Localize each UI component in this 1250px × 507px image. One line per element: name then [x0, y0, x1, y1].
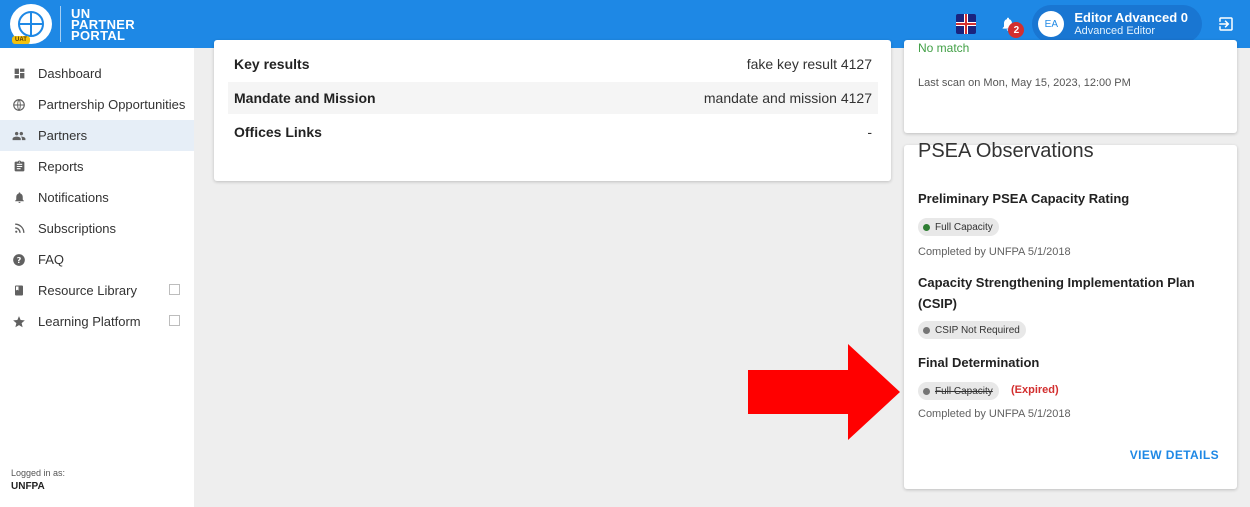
psea-title: PSEA Observations — [918, 140, 1094, 162]
sidebar-item-partnership-opportunities[interactable]: Partnership Opportunities — [0, 89, 194, 120]
user-name: Editor Advanced 0 — [1074, 9, 1188, 25]
sidebar-item-label: Resource Library — [38, 283, 137, 298]
csip-title-line2: (CSIP) — [918, 296, 957, 311]
detail-row: Mandate and Mission mandate and mission … — [228, 82, 878, 114]
detail-value: fake key result 4127 — [746, 56, 872, 72]
detail-value: - — [867, 124, 872, 140]
globe-icon — [12, 98, 26, 112]
sidebar-item-label: Reports — [38, 159, 84, 174]
partner-details-card: Key results fake key result 4127 Mandate… — [214, 40, 891, 181]
detail-row: Key results fake key result 4127 — [228, 48, 878, 80]
chip-label: Full Capacity — [935, 385, 993, 397]
logged-in-org: UNFPA — [11, 481, 45, 492]
chip-label: CSIP Not Required — [935, 324, 1020, 336]
sidebar-item-notifications[interactable]: Notifications — [0, 182, 194, 213]
sidebar-item-reports[interactable]: Reports — [0, 151, 194, 182]
sidebar-item-label: Subscriptions — [38, 221, 117, 236]
external-link-icon — [169, 315, 180, 326]
sidebar-item-label: Partnership Opportunities — [38, 97, 186, 112]
rss-icon — [12, 222, 26, 236]
sidebar-item-label: FAQ — [38, 252, 65, 267]
user-menu[interactable]: EA Editor Advanced 0 Advanced Editor — [1032, 5, 1202, 43]
preliminary-rating-chip: Full Capacity — [918, 218, 999, 236]
status-dot-icon — [923, 387, 930, 395]
un-partner-portal-logo[interactable]: UAT UN PARTNER PORTAL — [10, 4, 135, 44]
notifications-button[interactable]: 2 — [996, 12, 1025, 38]
sidebar-item-label: Dashboard — [38, 66, 102, 81]
people-icon — [12, 129, 26, 143]
status-dot-icon — [923, 223, 930, 231]
uk-flag-language-icon[interactable] — [956, 14, 977, 34]
scan-status: No match — [918, 41, 970, 55]
final-determination-title: Final Determination — [918, 355, 1040, 370]
status-dot-icon — [923, 326, 930, 334]
preliminary-rating-title: Preliminary PSEA Capacity Rating — [918, 191, 1130, 206]
book-icon — [12, 284, 26, 298]
logout-icon — [1219, 17, 1233, 31]
sidebar-item-partners[interactable]: Partners — [0, 120, 194, 151]
final-determination-chip: Full Capacity — [918, 382, 999, 400]
sidebar-item-label: Partners — [38, 128, 88, 143]
user-role: Advanced Editor — [1074, 24, 1156, 37]
logged-in-label: Logged in as: — [11, 468, 66, 478]
logged-in-info: Logged in as: UNFPA — [11, 467, 65, 493]
avatar: EA — [1038, 11, 1065, 37]
notification-count-badge: 2 — [1008, 22, 1025, 38]
bell-icon — [12, 191, 26, 205]
chip-label: Full Capacity — [935, 221, 993, 233]
sidebar-item-label: Notifications — [38, 190, 109, 205]
help-icon: ? — [12, 253, 26, 267]
detail-key: Offices Links — [234, 124, 322, 140]
csip-title-line1: Capacity Strengthening Implementation Pl… — [918, 275, 1195, 290]
logo-text: UN PARTNER PORTAL — [71, 7, 135, 42]
sidebar-item-label: Learning Platform — [38, 314, 141, 329]
detail-row: Offices Links - — [228, 116, 878, 148]
detail-key: Key results — [234, 56, 310, 72]
dashboard-icon — [12, 67, 26, 81]
un-emblem-icon: UAT — [10, 4, 52, 44]
sidebar-item-subscriptions[interactable]: Subscriptions — [0, 213, 194, 244]
final-completed-text: Completed by UNFPA 5/1/2018 — [918, 408, 1071, 420]
view-details-button[interactable]: VIEW DETAILS — [1130, 448, 1219, 462]
detail-key: Mandate and Mission — [234, 90, 376, 106]
logout-button[interactable] — [1216, 14, 1236, 34]
sidebar-item-learning-platform[interactable]: Learning Platform — [0, 306, 194, 337]
star-icon — [12, 315, 26, 329]
csip-chip: CSIP Not Required — [918, 321, 1026, 339]
detail-value: mandate and mission 4127 — [703, 90, 872, 106]
sidebar-item-dashboard[interactable]: Dashboard — [0, 58, 194, 89]
red-arrow-annotation — [748, 344, 900, 440]
external-link-icon — [169, 284, 180, 295]
logo-divider — [60, 6, 61, 42]
sidebar-item-faq[interactable]: ? FAQ — [0, 244, 194, 275]
clipboard-icon — [12, 160, 26, 174]
expired-label: (Expired) — [1011, 384, 1059, 396]
sidebar: Dashboard Partnership Opportunities Part… — [0, 48, 194, 507]
preliminary-completed-text: Completed by UNFPA 5/1/2018 — [918, 246, 1071, 258]
last-scan-text: Last scan on Mon, May 15, 2023, 12:00 PM — [918, 77, 1131, 89]
env-badge: UAT — [12, 36, 30, 44]
psea-observations-card: PSEA Observations Preliminary PSEA Capac… — [904, 141, 1237, 489]
svg-text:?: ? — [17, 254, 22, 264]
sidebar-item-resource-library[interactable]: Resource Library — [0, 275, 194, 306]
sanctions-scan-card: No match Last scan on Mon, May 15, 2023,… — [904, 40, 1237, 133]
